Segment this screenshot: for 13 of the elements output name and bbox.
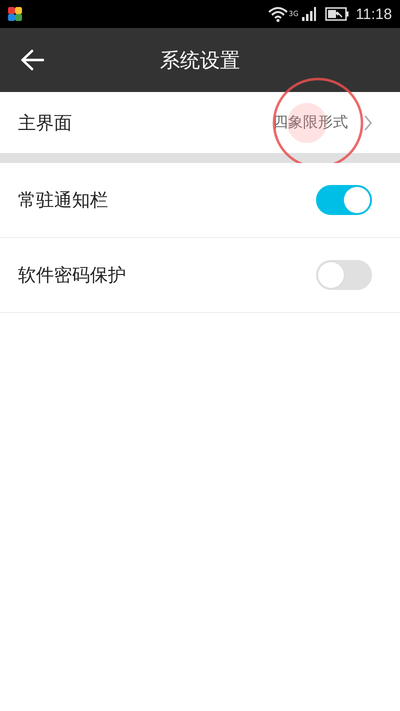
- back-arrow-icon[interactable]: [20, 49, 44, 71]
- battery-icon: [324, 7, 349, 21]
- app-icon: [8, 7, 22, 21]
- row-label: 主界面: [18, 112, 73, 134]
- toggle-switch[interactable]: [316, 260, 372, 290]
- row-label: 常驻通知栏: [18, 189, 109, 212]
- chevron-right-icon: [364, 114, 372, 130]
- toggle-switch[interactable]: [316, 185, 372, 215]
- signal-icon: [302, 7, 316, 21]
- row-label: 软件密码保护: [18, 264, 127, 287]
- wifi-icon: [268, 6, 288, 22]
- screen-title: 系统设置: [160, 46, 240, 74]
- clock-time: 11:18: [356, 6, 392, 22]
